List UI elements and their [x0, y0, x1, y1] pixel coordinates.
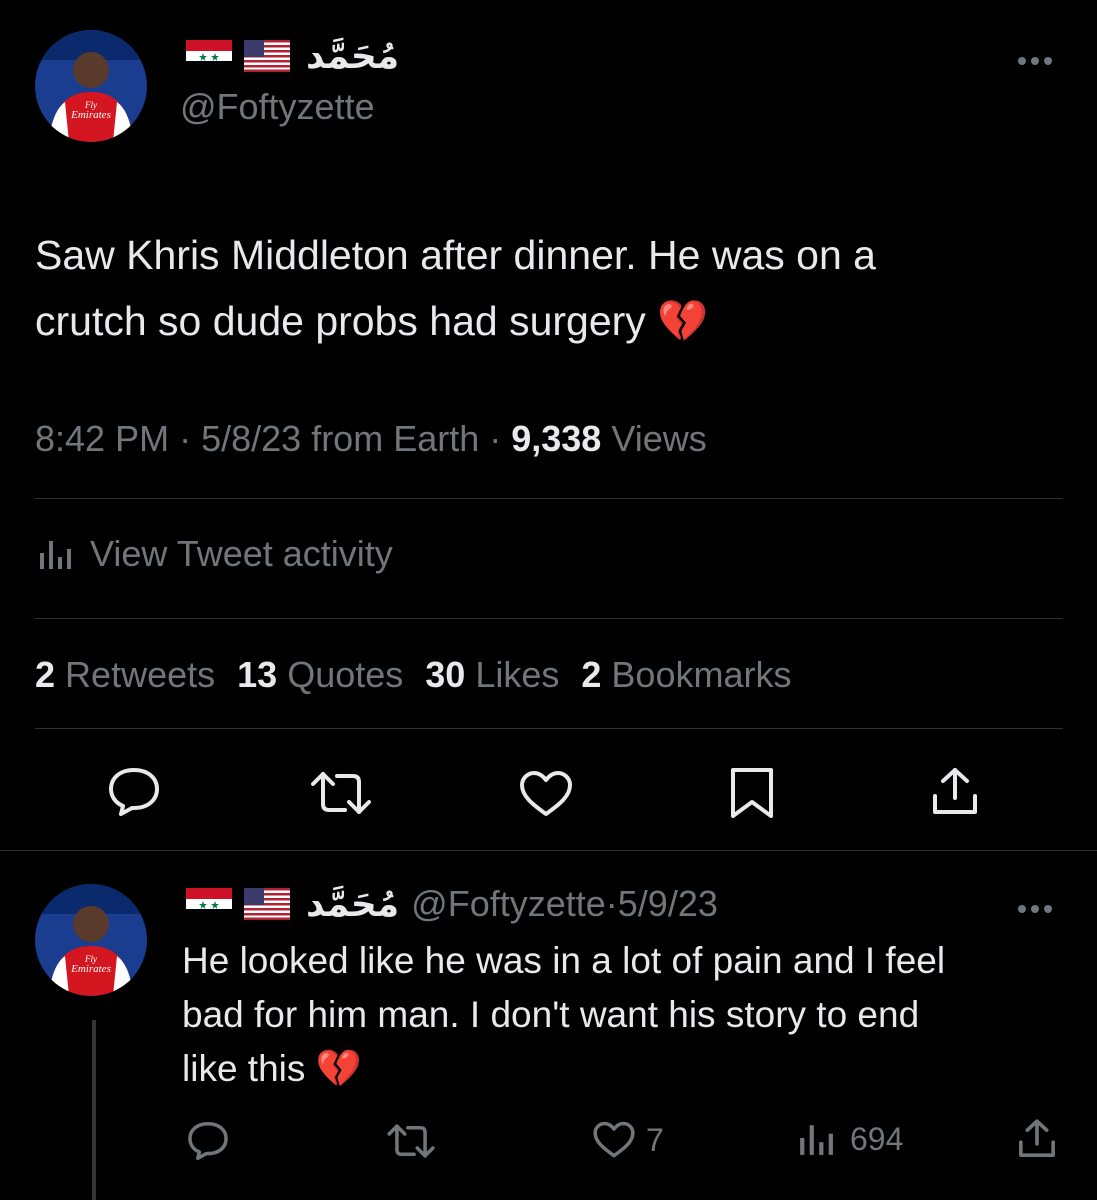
- tweet-text: Saw Khris Middleton after dinner. He was…: [35, 222, 876, 354]
- divider: [0, 850, 1097, 851]
- syria-flag-icon: [186, 888, 232, 920]
- stat-quotes[interactable]: 13 Quotes: [237, 654, 403, 696]
- reply-text-line3: like this 💔: [182, 1048, 362, 1089]
- stat-likes[interactable]: 30 Likes: [425, 654, 559, 696]
- divider: [35, 498, 1063, 499]
- avatar-sponsor-line2: Emirates: [70, 963, 111, 975]
- reply-avatar[interactable]: Fly Emirates: [35, 884, 147, 996]
- stat-retweets[interactable]: 2 Retweets: [35, 654, 215, 696]
- reply-display-name[interactable]: مُحَمَّد: [306, 883, 399, 925]
- reply-like-button[interactable]: 7: [592, 1120, 664, 1160]
- more-icon[interactable]: [1018, 52, 1057, 70]
- reply-share-icon[interactable]: [1016, 1118, 1058, 1160]
- divider: [35, 728, 1063, 729]
- reply-handle[interactable]: @Foftyzette: [411, 883, 606, 925]
- reply-header: مُحَمَّد @Foftyzette · 5/9/23: [186, 883, 718, 925]
- tweet-text-line2: crutch so dude probs had surgery 💔: [35, 298, 709, 344]
- reply-text: He looked like he was in a lot of pain a…: [182, 934, 945, 1096]
- view-activity-label[interactable]: View Tweet activity: [90, 533, 393, 575]
- dot-separator: ·: [605, 883, 618, 924]
- reply-text-line2: bad for him man. I don't want his story …: [182, 994, 920, 1035]
- view-activity-link[interactable]: View Tweet activity: [38, 532, 393, 576]
- reply-text-line1: He looked like he was in a lot of pain a…: [182, 940, 946, 981]
- reply-date[interactable]: 5/9/23: [618, 883, 718, 925]
- reply-like-icon: [593, 1121, 635, 1158]
- tweet-time[interactable]: 8:42 PM: [35, 418, 169, 459]
- tweet-date[interactable]: 5/8/23: [201, 418, 301, 459]
- us-flag-icon: [244, 40, 290, 72]
- reply-like-count: 7: [646, 1121, 664, 1158]
- retweet-icon[interactable]: [309, 770, 373, 816]
- avatar[interactable]: Fly Emirates: [35, 30, 147, 142]
- handle[interactable]: @Foftyzette: [180, 86, 375, 128]
- tweet-text-line1: Saw Khris Middleton after dinner. He was…: [35, 232, 876, 278]
- reply-more-icon[interactable]: [1018, 900, 1057, 918]
- divider: [35, 618, 1063, 619]
- chart-icon: [40, 541, 71, 569]
- reply-chart-icon: [800, 1125, 833, 1155]
- views-count: 9,338: [511, 418, 602, 459]
- thread-line: [92, 1020, 96, 1200]
- share-icon[interactable]: [929, 766, 981, 818]
- like-icon[interactable]: [518, 770, 574, 818]
- display-name-row: مُحَمَّد: [186, 35, 399, 77]
- stats-row: 2 Retweets 13 Quotes 30 Likes 2 Bookmark…: [35, 654, 813, 696]
- reply-retweet-icon[interactable]: [386, 1122, 436, 1160]
- bookmark-icon[interactable]: [729, 766, 775, 820]
- us-flag-icon: [244, 888, 290, 920]
- tweet-source: from Earth: [311, 418, 480, 459]
- reply-views-button[interactable]: 694: [798, 1120, 903, 1158]
- reply-reply-icon[interactable]: [186, 1120, 230, 1162]
- broken-heart-icon: 💔: [657, 298, 709, 344]
- views-label: Views: [611, 418, 707, 459]
- reply-icon[interactable]: [106, 766, 162, 818]
- tweet-meta: 8:42 PM · 5/8/23 from Earth · 9,338 View…: [35, 418, 707, 459]
- reply-views-count: 694: [850, 1120, 904, 1157]
- broken-heart-icon: 💔: [315, 1048, 362, 1089]
- syria-flag-icon: [186, 40, 232, 72]
- display-name[interactable]: مُحَمَّد: [306, 35, 399, 77]
- avatar-sponsor-line2: Emirates: [70, 109, 111, 121]
- stat-bookmarks[interactable]: 2 Bookmarks: [581, 654, 791, 696]
